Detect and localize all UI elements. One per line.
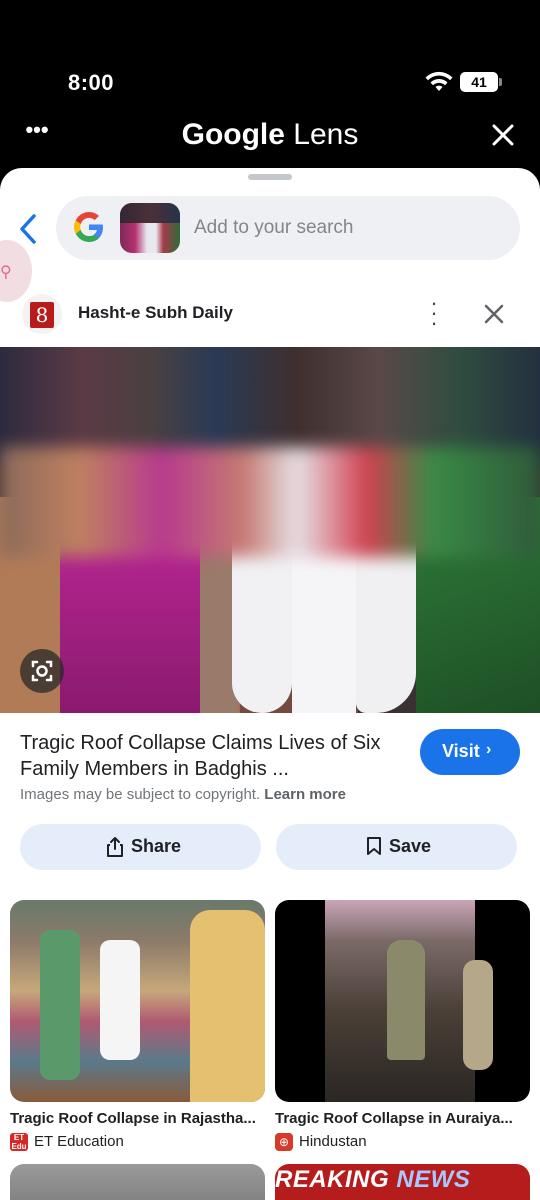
related-title[interactable]: Tragic Roof Collapse in Rajastha...: [10, 1110, 265, 1127]
battery-indicator: 41: [460, 72, 502, 92]
save-label: Save: [389, 836, 432, 856]
source-name[interactable]: Hasht-e Subh Daily: [78, 303, 233, 323]
visit-button[interactable]: Visit ›: [420, 729, 520, 775]
hindustan-favicon-icon: ⊕: [275, 1133, 293, 1151]
results-sheet: Add to your search ⚲ 8 Hasht-e Subh Dail…: [0, 168, 540, 1200]
related-image-partial[interactable]: [10, 1164, 265, 1200]
back-arrow-icon[interactable]: [14, 212, 44, 246]
lens-header: ••• Google Lens: [0, 110, 540, 168]
search-icon: ⚲: [0, 264, 12, 281]
breaking-news-banner: REAKING NEWS: [275, 1166, 471, 1193]
result-title[interactable]: Tragic Roof Collapse Claims Lives of Six…: [20, 730, 405, 782]
related-source: ⊕ Hindustan: [275, 1133, 530, 1151]
visit-label: Visit: [442, 741, 480, 761]
close-result-icon[interactable]: [482, 302, 506, 326]
search-bar[interactable]: Add to your search: [56, 196, 520, 260]
related-card[interactable]: Tragic Roof Collapse in Auraiya... ⊕ Hin…: [275, 900, 530, 1151]
app-title: Google Lens: [181, 118, 359, 151]
related-source: ET Edu ET Education: [10, 1133, 124, 1151]
related-card[interactable]: Tragic Roof Collapse in Rajastha... ET Ed…: [10, 900, 265, 1151]
lens-search-icon[interactable]: [20, 649, 64, 693]
search-placeholder: Add to your search: [194, 217, 354, 238]
kebab-menu-icon[interactable]: · · ·: [424, 292, 444, 334]
source-logo: 8: [22, 294, 62, 334]
related-image[interactable]: [10, 900, 265, 1102]
learn-more-link[interactable]: Learn more: [264, 786, 346, 803]
share-icon: [107, 837, 123, 857]
related-image[interactable]: [275, 900, 530, 1102]
close-icon[interactable]: [488, 120, 518, 150]
et-education-favicon-icon: ET Edu: [10, 1133, 28, 1151]
result-image[interactable]: [0, 347, 540, 713]
status-bar: 8:00 41: [0, 0, 540, 110]
bookmark-icon: [367, 837, 381, 855]
source-header: 8 Hasht-e Subh Daily · · ·: [0, 290, 540, 334]
google-logo-icon: [74, 212, 103, 242]
status-time: 8:00: [68, 70, 115, 95]
share-button[interactable]: Share: [20, 824, 261, 870]
related-image-partial[interactable]: REAKING NEWS: [275, 1164, 530, 1200]
share-label: Share: [131, 836, 182, 856]
related-title[interactable]: Tragic Roof Collapse in Auraiya...: [275, 1110, 530, 1127]
sheet-drag-handle[interactable]: [248, 174, 292, 180]
chevron-right-icon: ›: [486, 741, 492, 758]
wifi-icon: [425, 71, 453, 91]
query-image-thumbnail[interactable]: [120, 203, 180, 253]
save-button[interactable]: Save: [276, 824, 517, 870]
copyright-notice: Images may be subject to copyright. Lear…: [20, 786, 346, 803]
